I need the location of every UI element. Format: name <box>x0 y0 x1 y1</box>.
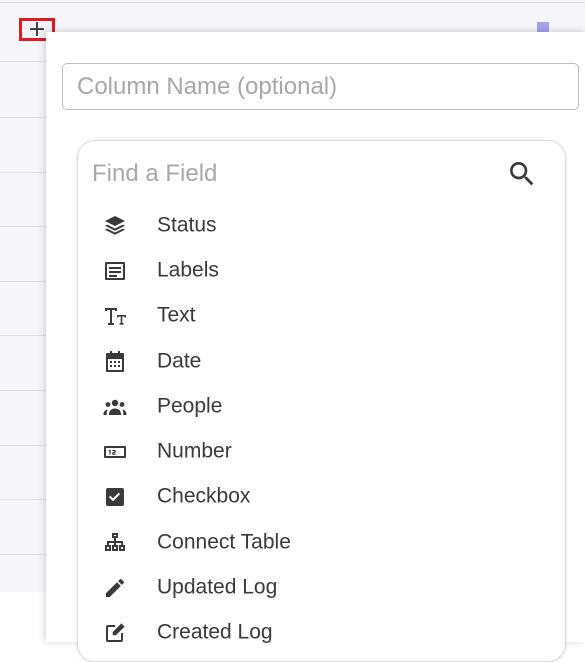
field-list: Status Labels Text Date People Number Ch… <box>78 203 565 656</box>
field-label: Text <box>157 303 196 327</box>
field-item-number[interactable]: Number <box>78 429 565 474</box>
row-divider <box>0 226 46 227</box>
field-item-checkbox[interactable]: Checkbox <box>78 475 565 520</box>
field-label: Created Log <box>157 620 273 644</box>
number-icon <box>102 439 128 465</box>
row-divider <box>0 335 46 336</box>
field-item-labels[interactable]: Labels <box>78 248 565 293</box>
row-divider <box>0 499 46 500</box>
field-label: Labels <box>157 258 219 282</box>
field-label: People <box>157 394 223 418</box>
calendar-icon <box>102 349 128 375</box>
field-item-connect-table[interactable]: Connect Table <box>78 520 565 565</box>
row-divider <box>0 117 46 118</box>
search-icon[interactable] <box>506 158 538 190</box>
layers-icon <box>102 213 128 239</box>
field-item-created-log[interactable]: Created Log <box>78 611 565 656</box>
people-icon <box>102 394 128 420</box>
column-name-input[interactable] <box>62 63 579 110</box>
field-label: Date <box>157 349 202 373</box>
add-column-popup: Status Labels Text Date <box>46 32 585 662</box>
text-icon <box>102 303 128 329</box>
pencil-icon <box>102 575 128 601</box>
field-label: Number <box>157 439 232 463</box>
table-body-column <box>0 62 46 592</box>
field-item-date[interactable]: Date <box>78 339 565 384</box>
row-divider <box>0 281 46 282</box>
field-label: Checkbox <box>157 484 251 508</box>
row-divider <box>0 390 46 391</box>
field-label: Connect Table <box>157 530 291 554</box>
field-item-people[interactable]: People <box>78 384 565 429</box>
field-picker: Status Labels Text Date <box>77 140 566 662</box>
labels-icon <box>102 258 128 284</box>
edit-box-icon <box>102 620 128 646</box>
row-divider <box>0 554 46 555</box>
field-label: Status <box>157 213 217 237</box>
field-item-updated-log[interactable]: Updated Log <box>78 565 565 610</box>
field-item-text[interactable]: Text <box>78 294 565 339</box>
connect-table-icon <box>102 530 128 556</box>
checkbox-icon <box>102 484 128 510</box>
row-divider <box>0 172 46 173</box>
find-field-input[interactable] <box>90 155 494 193</box>
field-label: Updated Log <box>157 575 278 599</box>
field-item-status[interactable]: Status <box>78 203 565 248</box>
row-divider <box>0 445 46 446</box>
